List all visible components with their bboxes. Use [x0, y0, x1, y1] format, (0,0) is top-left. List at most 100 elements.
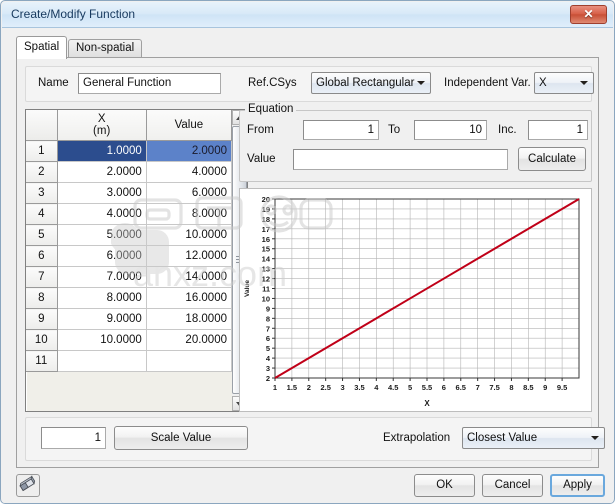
row-number-cell[interactable]: 4 — [26, 203, 58, 225]
svg-text:18: 18 — [262, 215, 270, 224]
table-row[interactable]: 2 2.0000 4.0000 — [26, 161, 232, 183]
row-number-cell[interactable]: 6 — [26, 245, 58, 267]
column-header-x-line2: (m) — [93, 125, 111, 137]
dialog-client-area: Spatial Non-spatial Name General Functio… — [2, 28, 613, 503]
row-number-cell[interactable]: 2 — [26, 161, 58, 183]
cell-x[interactable]: 9.0000 — [57, 308, 147, 330]
equation-value-input[interactable] — [293, 149, 508, 170]
function-plot-svg: 2345678910111213141516171819201 1.5 2 2.5 3 3… — [244, 195, 580, 408]
window-title: Create/Modify Function — [11, 7, 136, 21]
row-number-cell[interactable]: 3 — [26, 182, 58, 204]
row-number-cell[interactable]: 11 — [26, 350, 58, 372]
table-row[interactable]: 4 4.0000 8.0000 — [26, 203, 232, 225]
table-row[interactable]: 11 — [26, 350, 232, 372]
svg-text:5: 5 — [408, 383, 412, 392]
svg-text:2.5: 2.5 — [320, 383, 330, 392]
svg-text:1.5: 1.5 — [287, 383, 297, 392]
calculate-button[interactable]: Calculate — [518, 147, 586, 171]
from-input[interactable]: 1 — [303, 120, 379, 140]
cell-value[interactable]: 20.0000 — [146, 329, 232, 351]
cell-value[interactable]: 18.0000 — [146, 308, 232, 330]
cell-x[interactable]: 5.0000 — [57, 224, 147, 246]
row-number-cell[interactable]: 1 — [26, 140, 58, 162]
scale-value-input[interactable]: 1 — [41, 427, 106, 449]
table-row[interactable]: 9 9.0000 18.0000 — [26, 308, 232, 330]
chevron-down-icon — [417, 81, 425, 85]
svg-text:9.5: 9.5 — [557, 383, 567, 392]
column-header-x[interactable]: X (m) — [57, 110, 147, 141]
cell-value[interactable]: 2.0000 — [146, 140, 232, 162]
eraser-button[interactable] — [16, 474, 40, 497]
svg-text:7: 7 — [476, 383, 480, 392]
scale-value-button[interactable]: Scale Value — [114, 426, 248, 450]
from-label: From — [247, 124, 274, 136]
svg-text:20: 20 — [262, 195, 270, 204]
calculate-button-label: Calculate — [528, 153, 576, 165]
cell-value[interactable]: 4.0000 — [146, 161, 232, 183]
cell-value[interactable]: 10.0000 — [146, 224, 232, 246]
table-row[interactable]: 10 10.0000 20.0000 — [26, 329, 232, 351]
name-input[interactable]: General Function — [78, 73, 221, 94]
close-button[interactable]: ✕ — [570, 5, 607, 24]
cell-x[interactable]: 4.0000 — [57, 203, 147, 225]
table-row[interactable]: 7 7.0000 14.0000 — [26, 266, 232, 288]
tab-page-spatial: Name General Function Ref.CSys Global Re… — [16, 57, 605, 468]
extrapolation-dropdown[interactable]: Closest Value — [462, 427, 605, 449]
row-number-cell[interactable]: 5 — [26, 224, 58, 246]
row-number-cell[interactable]: 10 — [26, 329, 58, 351]
svg-text:4.5: 4.5 — [388, 383, 398, 392]
cell-value[interactable]: 12.0000 — [146, 245, 232, 267]
cell-value[interactable]: 14.0000 — [146, 266, 232, 288]
cell-x[interactable]: 1.0000 — [57, 140, 147, 162]
column-header-x-line1: X — [97, 113, 106, 125]
ref-csys-dropdown[interactable]: Global Rectangular — [311, 72, 431, 94]
cell-x[interactable]: 8.0000 — [57, 287, 147, 309]
svg-text:7: 7 — [266, 324, 270, 333]
svg-text:17: 17 — [262, 225, 270, 234]
cell-x[interactable]: 7.0000 — [57, 266, 147, 288]
title-bar: Create/Modify Function ✕ — [2, 2, 613, 28]
inc-input[interactable]: 1 — [528, 120, 588, 140]
tab-non-spatial[interactable]: Non-spatial — [68, 39, 143, 58]
extrapolation-value: Closest Value — [467, 432, 538, 444]
column-header-value[interactable]: Value — [146, 110, 232, 141]
svg-text:11: 11 — [262, 285, 270, 294]
svg-text:16: 16 — [262, 235, 270, 244]
table-row[interactable]: 8 8.0000 16.0000 — [26, 287, 232, 309]
svg-text:2: 2 — [307, 383, 311, 392]
apply-button[interactable]: Apply — [550, 474, 605, 497]
equation-group-legend: Equation — [245, 103, 297, 115]
table-row[interactable]: 3 3.0000 6.0000 — [26, 182, 232, 204]
table-row[interactable]: 6 6.0000 12.0000 — [26, 245, 232, 267]
cell-value[interactable]: 6.0000 — [146, 182, 232, 204]
to-input[interactable]: 10 — [414, 120, 487, 140]
cell-x[interactable]: 10.0000 — [57, 329, 147, 351]
svg-text:3.5: 3.5 — [354, 383, 364, 392]
svg-text:8: 8 — [266, 314, 270, 323]
table-row[interactable]: 5 5.0000 10.0000 — [26, 224, 232, 246]
function-data-table[interactable]: X (m) Value 1 1.0000 2.0000 2 2.0000 4.0000 3 3… — [25, 109, 232, 412]
row-number-cell[interactable]: 8 — [26, 287, 58, 309]
independent-var-dropdown[interactable]: X — [534, 72, 594, 94]
cell-value[interactable]: 16.0000 — [146, 287, 232, 309]
cell-value[interactable]: 8.0000 — [146, 203, 232, 225]
cell-x[interactable] — [57, 350, 147, 372]
cancel-button[interactable]: Cancel — [482, 474, 543, 497]
cell-x[interactable]: 6.0000 — [57, 245, 147, 267]
cell-x[interactable]: 2.0000 — [57, 161, 147, 183]
ok-button[interactable]: OK — [414, 474, 475, 497]
table-row[interactable]: 1 1.0000 2.0000 — [26, 140, 232, 162]
chevron-down-icon — [580, 81, 588, 85]
function-plot: 2 3 4 5 6 7 8 9 10 11 12 13 14 15 16 17 18 19 20 1 1.5 2 2.5 3 3… — [239, 188, 592, 412]
svg-text:8.5: 8.5 — [523, 383, 533, 392]
scale-value-button-label: Scale Value — [150, 432, 212, 444]
tab-spatial[interactable]: Spatial — [16, 36, 68, 59]
svg-text:6: 6 — [442, 383, 446, 392]
x-axis-label: X — [424, 399, 430, 408]
cell-value[interactable] — [146, 350, 232, 372]
row-number-cell[interactable]: 9 — [26, 308, 58, 330]
row-number-cell[interactable]: 7 — [26, 266, 58, 288]
cancel-button-label: Cancel — [494, 479, 531, 491]
create-modify-function-dialog: Create/Modify Function ✕ Spatial Non-spa… — [0, 0, 615, 504]
cell-x[interactable]: 3.0000 — [57, 182, 147, 204]
